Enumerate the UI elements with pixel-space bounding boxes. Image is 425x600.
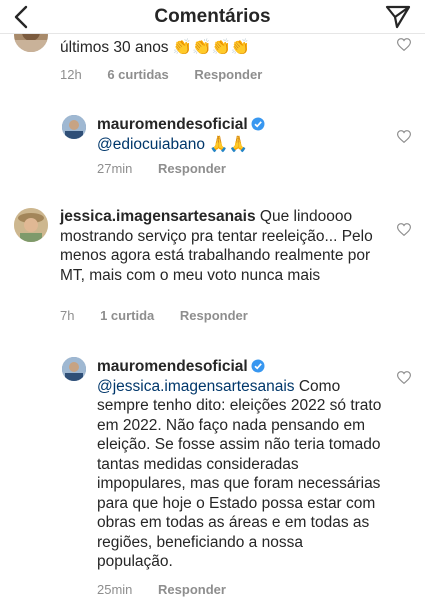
comment-text: últimos 30 anos 👏👏👏👏 bbox=[60, 39, 251, 56]
reply-button[interactable]: Responder bbox=[180, 308, 248, 323]
comment-time: 27min bbox=[97, 161, 133, 176]
comment-text: mauromendesoficial @jessica.imagensartes… bbox=[97, 357, 382, 572]
heart-icon[interactable] bbox=[397, 130, 411, 143]
likes-count[interactable]: 6 curtidas bbox=[107, 67, 168, 82]
reply-button[interactable]: Responder bbox=[194, 67, 262, 82]
comment-body: 🙏🙏 bbox=[204, 135, 248, 153]
comment-meta: 25min Responder bbox=[97, 582, 248, 597]
comment-text: jessica.imagensartesanais Que lindoooo m… bbox=[60, 207, 375, 285]
page-title: Comentários bbox=[154, 6, 271, 27]
top-bar: Comentários bbox=[0, 0, 425, 34]
mention-link[interactable]: @ediocuiabano bbox=[97, 136, 205, 153]
mention-link[interactable]: @jessica.imagensartesanais bbox=[97, 378, 295, 395]
heart-icon[interactable] bbox=[397, 223, 411, 236]
comment-meta: 12h 6 curtidas Responder bbox=[60, 67, 284, 82]
reply-button[interactable]: Responder bbox=[158, 161, 226, 176]
heart-icon[interactable] bbox=[397, 371, 411, 384]
avatar[interactable] bbox=[14, 208, 48, 242]
comment-time: 12h bbox=[60, 67, 82, 82]
comment-username[interactable]: mauromendesoficial bbox=[97, 116, 248, 133]
comment-text: mauromendesoficial @ediocuiabano 🙏🙏 bbox=[97, 115, 382, 154]
comment-time: 25min bbox=[97, 582, 133, 597]
likes-count[interactable]: 1 curtida bbox=[100, 308, 154, 323]
paper-plane-icon[interactable] bbox=[385, 5, 411, 29]
avatar[interactable] bbox=[62, 357, 86, 381]
verified-badge-icon bbox=[251, 117, 265, 131]
comment-username[interactable]: jessica.imagensartesanais bbox=[60, 208, 256, 225]
comment-time: 7h bbox=[60, 308, 75, 323]
comment-meta: 7h 1 curtida Responder bbox=[60, 308, 270, 323]
reply-button[interactable]: Responder bbox=[158, 582, 226, 597]
heart-icon[interactable] bbox=[397, 38, 411, 51]
comment-username[interactable]: mauromendesoficial bbox=[97, 358, 248, 375]
comment-body: Como sempre tenho dito: eleições 2022 só… bbox=[97, 377, 382, 571]
comment-meta: 27min Responder bbox=[97, 161, 248, 176]
verified-badge-icon bbox=[251, 359, 265, 373]
avatar[interactable] bbox=[62, 115, 86, 139]
